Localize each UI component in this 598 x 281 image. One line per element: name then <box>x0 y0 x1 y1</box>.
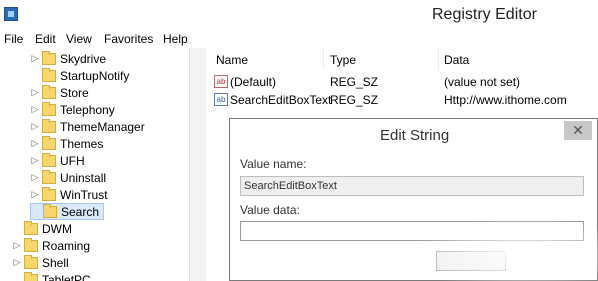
tree-item-shell[interactable]: ▷ Shell <box>12 254 69 271</box>
ok-button[interactable] <box>436 251 506 271</box>
tree-item-label: Shell <box>42 255 69 270</box>
column-header-name[interactable]: Name <box>216 53 248 67</box>
expand-arrow-icon[interactable]: ▷ <box>30 172 40 183</box>
menu-file[interactable]: File <box>4 32 23 46</box>
expand-arrow-icon[interactable]: ▷ <box>30 87 40 98</box>
title-bar: Registry Editor <box>0 0 598 30</box>
tree-item-wintrust[interactable]: ▷ WinTrust <box>30 186 108 203</box>
value-row-searcheditboxtext[interactable]: ab SearchEditBoxText REG_SZ Http://www.i… <box>206 92 598 109</box>
folder-icon <box>43 203 57 218</box>
tree-item-store[interactable]: ▷ Store <box>30 84 89 101</box>
folder-icon <box>42 135 56 150</box>
menu-edit[interactable]: Edit <box>35 32 56 46</box>
expand-arrow-icon[interactable]: ▷ <box>30 189 40 200</box>
value-type: REG_SZ <box>330 75 379 89</box>
tree-item-telephony[interactable]: ▷ Telephony <box>30 101 115 118</box>
close-button[interactable]: ✕ <box>564 121 592 140</box>
tree-item-label: Store <box>60 85 89 100</box>
folder-icon <box>42 67 56 82</box>
tree-item-label: Roaming <box>42 238 91 253</box>
registry-editor-icon <box>4 7 18 21</box>
close-icon: ✕ <box>572 122 584 138</box>
dialog-title: Edit String <box>380 127 450 144</box>
folder-icon <box>42 50 56 65</box>
folder-icon <box>24 237 38 252</box>
expand-arrow-icon[interactable]: ▷ <box>12 240 22 251</box>
menu-favorites[interactable]: Favorites <box>104 32 153 46</box>
folder-icon <box>24 220 38 235</box>
tree-item-label: Themes <box>60 136 104 151</box>
tree-item-label: StartupNotify <box>60 68 130 83</box>
folder-icon <box>42 101 56 116</box>
value-name: (Default) <box>230 75 277 89</box>
column-divider[interactable] <box>323 48 324 70</box>
menu-view[interactable]: View <box>66 32 92 46</box>
value-name-label: Value name: <box>240 157 307 171</box>
folder-icon <box>42 169 56 184</box>
folder-icon <box>42 152 56 167</box>
tree-item-themes[interactable]: ▷ Themes <box>30 135 103 152</box>
value-data-input[interactable] <box>240 221 584 241</box>
tree-item-uninstall[interactable]: ▷ Uninstall <box>30 169 106 186</box>
tree-item-label: DWM <box>42 221 72 236</box>
tree-item-dwm[interactable]: DWM <box>12 220 72 237</box>
expand-arrow-icon[interactable]: ▷ <box>30 138 40 149</box>
value-name: SearchEditBoxText <box>230 93 332 107</box>
tree-item-startupnotify[interactable]: StartupNotify <box>30 67 129 84</box>
expand-arrow-icon[interactable]: ▷ <box>30 155 40 166</box>
tree-item-search[interactable]: Search <box>30 203 105 220</box>
column-divider[interactable] <box>438 48 439 70</box>
tree-item-label: ThemeManager <box>60 119 145 134</box>
column-header-type[interactable]: Type <box>330 53 356 67</box>
expand-arrow-icon[interactable]: ▷ <box>12 257 22 268</box>
tree-item-roaming[interactable]: ▷ Roaming <box>12 237 90 254</box>
expand-arrow-icon[interactable]: ▷ <box>30 104 40 115</box>
tree-item-thememanager[interactable]: ▷ ThemeManager <box>30 118 145 135</box>
tree-item-label: Skydrive <box>60 51 107 66</box>
folder-icon <box>42 186 56 201</box>
folder-icon <box>24 254 38 269</box>
window-title: Registry Editor <box>432 6 537 23</box>
registry-key-tree[interactable]: ▷ Skydrive StartupNotify ▷ Store ▷ Telep… <box>0 48 206 281</box>
tree-scrollbar[interactable] <box>189 48 206 281</box>
expand-arrow-icon[interactable]: ▷ <box>30 53 40 64</box>
folder-icon <box>42 84 56 99</box>
edit-string-dialog: Edit String ✕ Value name: SearchEditBoxT… <box>229 118 598 281</box>
column-header-data[interactable]: Data <box>444 53 469 67</box>
menu-bar: File Edit View Favorites Help <box>0 30 598 48</box>
folder-icon <box>24 271 38 281</box>
expand-arrow-icon[interactable]: ▷ <box>30 121 40 132</box>
tree-item-ufh[interactable]: ▷ UFH <box>30 152 85 169</box>
tree-item-label: Uninstall <box>60 170 107 185</box>
value-type: REG_SZ <box>330 93 379 107</box>
tree-item-tabletpc[interactable]: TabletPC <box>12 271 91 281</box>
string-value-icon: ab <box>214 93 228 106</box>
folder-icon <box>42 118 56 133</box>
value-name-field: SearchEditBoxText <box>240 176 584 196</box>
value-data: (value not set) <box>444 75 521 89</box>
tree-item-label: WinTrust <box>60 187 108 202</box>
tree-item-label: UFH <box>60 153 85 168</box>
value-data-label: Value data: <box>240 203 300 217</box>
tree-item-skydrive[interactable]: ▷ Skydrive <box>30 50 106 67</box>
menu-help[interactable]: Help <box>163 32 188 46</box>
tree-item-label: TabletPC <box>42 272 91 281</box>
tree-item-label: Search <box>61 204 100 219</box>
tree-item-label: Telephony <box>60 102 115 117</box>
string-value-icon: ab <box>214 75 228 88</box>
value-data: Http://www.ithome.com <box>444 93 567 107</box>
value-row-default[interactable]: ab (Default) REG_SZ (value not set) <box>206 74 598 91</box>
